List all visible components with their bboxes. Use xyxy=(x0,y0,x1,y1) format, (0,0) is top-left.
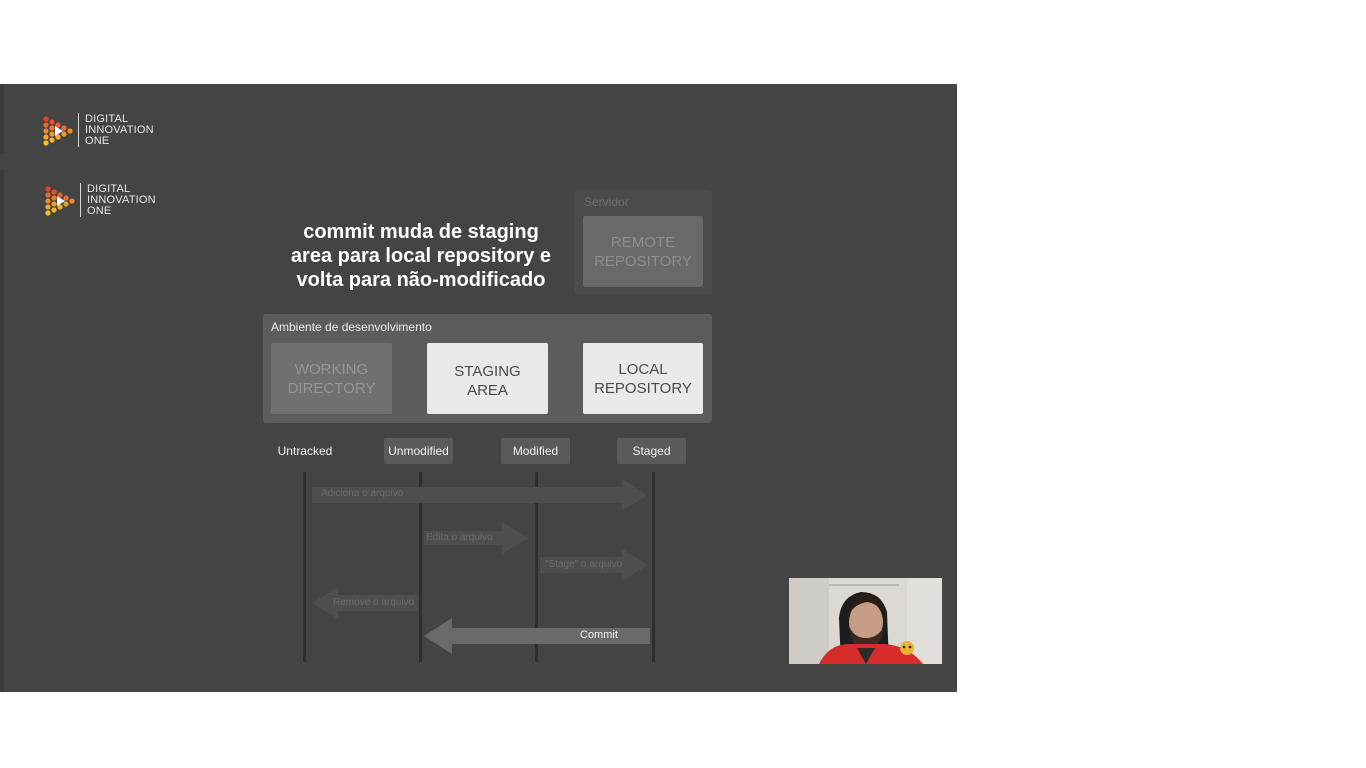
transition-label-remove: Remove o arquivo xyxy=(333,597,415,608)
presenter-video-thumbnail xyxy=(789,578,942,664)
transition-label-adiciona: Adiciona o arquivo xyxy=(321,488,404,499)
transition-label-stage: "Stage" o arquivo xyxy=(545,559,623,570)
transition-label-edita: Edita o arquivo xyxy=(426,532,493,543)
webcam-overlay xyxy=(789,578,942,664)
transition-label-commit: Commit xyxy=(580,629,618,641)
